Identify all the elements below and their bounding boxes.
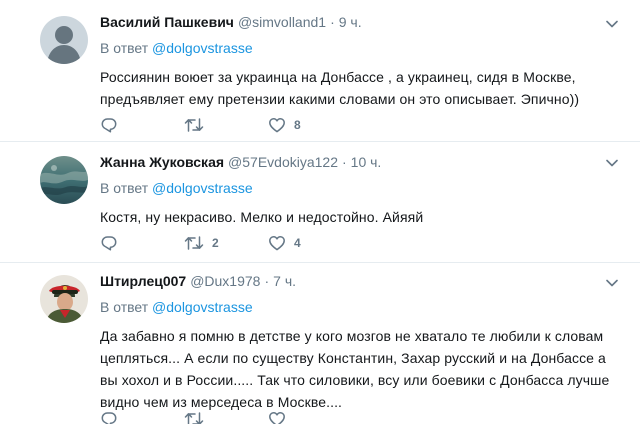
reply-icon [100,410,118,424]
like-icon [268,234,286,252]
retweet-count: 2 [212,236,219,250]
separator-dot: · [330,14,335,30]
retweet-icon [184,116,204,134]
like-icon [268,116,286,134]
reply-icon [100,234,118,252]
tweet-actions: 8 [100,114,352,136]
reply-prefix: В ответ [100,40,149,56]
tweet-content: Василий Пашкевич @simvolland1 · 9 ч. В о… [100,12,620,110]
user-name[interactable]: Жанна Жуковская [100,152,224,172]
reply-context: В ответ @dolgovstrasse [100,178,620,198]
avatar[interactable] [40,275,88,323]
tweet-actions: 2 4 [100,232,352,254]
user-handle[interactable]: @simvolland1 [238,12,326,32]
tweet-actions [100,408,352,424]
reply-context: В ответ @dolgovstrasse [100,38,620,58]
like-count: 4 [294,236,301,250]
tweet-content: Жанна Жуковская @57Evdokiya122 · 10 ч. В… [100,152,620,228]
chevron-down-icon[interactable] [602,14,622,34]
like-button[interactable] [268,410,352,424]
reply-prefix: В ответ [100,180,149,196]
like-icon [268,410,286,424]
retweet-button[interactable]: 2 [184,234,268,252]
tweet-text: Да забавно я помню в детстве у кого мозг… [100,328,610,410]
tweet[interactable]: Штирлец007 @Dux1978 · 7 ч. В ответ @dolg… [0,263,640,424]
tweet-content: Штирлец007 @Dux1978 · 7 ч. В ответ @dolg… [100,271,620,413]
avatar[interactable] [40,16,88,64]
like-button[interactable]: 4 [268,234,352,252]
reply-context: В ответ @dolgovstrasse [100,297,620,317]
retweet-button[interactable] [184,116,268,134]
mention-link[interactable]: @dolgovstrasse [152,180,253,196]
retweet-button[interactable] [184,410,268,424]
separator-dot: · [264,273,270,289]
reply-button[interactable] [100,116,184,134]
retweet-icon [184,410,204,424]
reply-prefix: В ответ [100,299,149,315]
tweet-text: Костя, ну некрасиво. Мелко и недостойно.… [100,209,424,225]
reply-button[interactable] [100,410,184,424]
avatar[interactable] [40,156,88,204]
mention-link[interactable]: @dolgovstrasse [152,299,253,315]
retweet-icon [184,234,204,252]
user-handle[interactable]: @57Evdokiya122 [228,152,338,172]
chevron-down-icon[interactable] [602,153,622,173]
user-name[interactable]: Штирлец007 [100,271,186,291]
separator-dot: · [341,154,347,170]
like-count: 8 [294,118,301,132]
timestamp[interactable]: 7 ч. [273,271,296,291]
tweet-header: Василий Пашкевич @simvolland1 · 9 ч. [100,12,620,32]
user-handle[interactable]: @Dux1978 [190,271,260,291]
tweet-header: Жанна Жуковская @57Evdokiya122 · 10 ч. [100,152,620,172]
reply-button[interactable] [100,234,184,252]
tweet-text: Россиянин воюет за украинца на Донбассе … [100,69,580,107]
mention-link[interactable]: @dolgovstrasse [152,40,253,56]
reply-icon [100,116,118,134]
reply-feed: Василий Пашкевич @simvolland1 · 9 ч. В о… [0,0,640,424]
tweet[interactable]: Василий Пашкевич @simvolland1 · 9 ч. В о… [0,0,640,142]
chevron-down-icon[interactable] [602,273,622,293]
timestamp[interactable]: 9 ч. [339,12,362,32]
timestamp[interactable]: 10 ч. [351,152,382,172]
like-button[interactable]: 8 [268,116,352,134]
user-name[interactable]: Василий Пашкевич [100,12,234,32]
tweet-header: Штирлец007 @Dux1978 · 7 ч. [100,271,620,291]
